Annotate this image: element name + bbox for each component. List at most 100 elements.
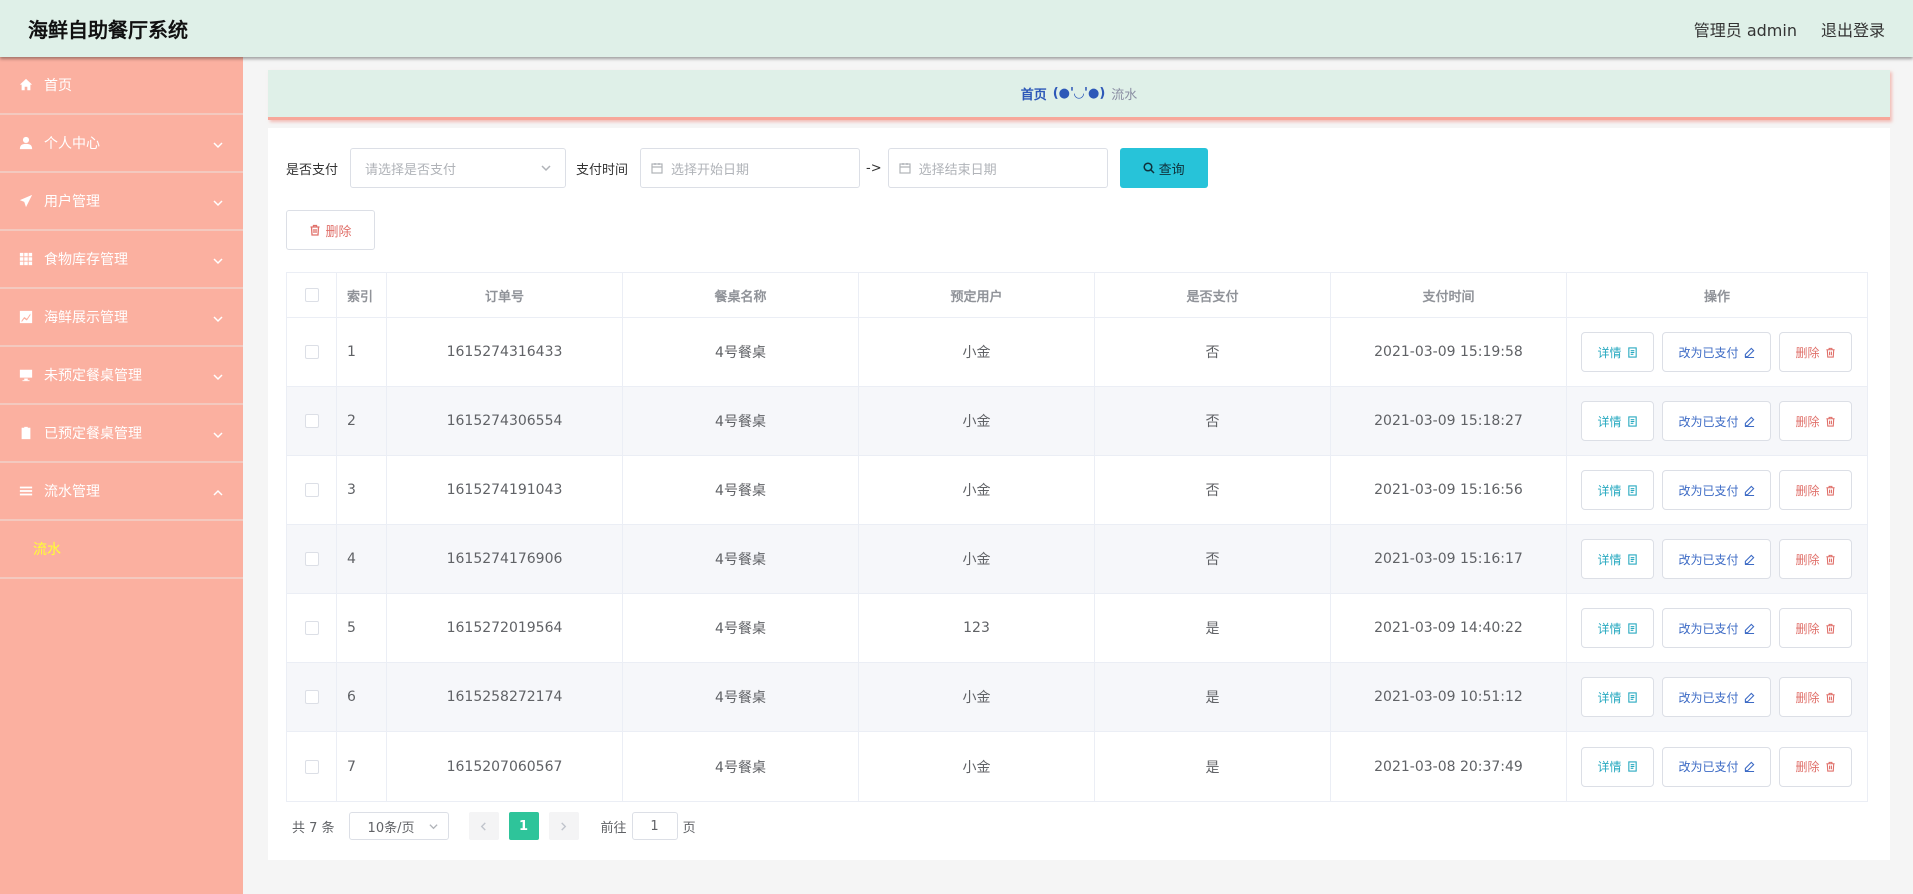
chevron-right-icon xyxy=(561,821,567,831)
sidebar-item-seafood-display[interactable]: 海鲜展示管理 xyxy=(0,289,243,347)
row-checkbox[interactable] xyxy=(304,759,319,774)
trash-icon xyxy=(1825,623,1835,634)
mark-paid-button[interactable]: 改为已支付 xyxy=(1662,539,1771,579)
document-icon xyxy=(1627,622,1637,634)
cell-user: 小金 xyxy=(859,525,1095,593)
sidebar-item-home[interactable]: 首页 xyxy=(0,57,243,115)
next-page-button[interactable] xyxy=(548,812,579,840)
trash-icon xyxy=(1825,347,1835,358)
detail-button[interactable]: 详情 xyxy=(1581,608,1654,648)
end-date-input[interactable]: 选择结束日期 xyxy=(887,148,1108,188)
row-checkbox[interactable] xyxy=(304,621,319,635)
sidebar-item-label: 个人中心 xyxy=(44,136,100,152)
sidebar-item-unreserved-tables[interactable]: 未预定餐桌管理 xyxy=(0,347,243,405)
delete-button[interactable]: 删除 xyxy=(1779,539,1852,579)
detail-button-label: 详情 xyxy=(1597,552,1622,567)
header-user: 预定用户 xyxy=(859,273,1095,317)
mark-paid-button-label: 改为已支付 xyxy=(1678,621,1739,636)
mark-paid-button[interactable]: 改为已支付 xyxy=(1662,677,1771,717)
sidebar-item-users[interactable]: 用户管理 xyxy=(0,173,243,231)
mark-paid-button[interactable]: 改为已支付 xyxy=(1662,746,1771,787)
row-checkbox[interactable] xyxy=(304,552,319,566)
detail-button[interactable]: 详情 xyxy=(1581,539,1654,579)
sidebar-item-food-stock[interactable]: 食物库存管理 xyxy=(0,231,243,289)
cell-ops: 详情 改为已支付 删除 xyxy=(1567,387,1867,455)
table-header-row: 索引 订单号 餐桌名称 预定用户 是否支付 支付时间 操作 xyxy=(287,273,1867,318)
breadcrumb-separator: (●'◡'●) xyxy=(1052,86,1106,101)
delete-button[interactable]: 删除 xyxy=(1779,746,1852,787)
delete-button[interactable]: 删除 xyxy=(1779,470,1852,510)
sidebar-item-reserved-tables[interactable]: 已预定餐桌管理 xyxy=(0,405,243,463)
chart-icon xyxy=(18,309,34,325)
cell-order-no: 1615207060567 xyxy=(387,732,623,801)
row-checkbox[interactable] xyxy=(304,483,319,497)
bulk-delete-label: 删除 xyxy=(325,224,352,240)
delete-button[interactable]: 删除 xyxy=(1779,332,1852,372)
main-panel: 是否支付 请选择是否支付 支付时间 选择开始日期 -> 选择结束日期 查询 删除… xyxy=(268,128,1890,860)
paper-plane-icon xyxy=(18,193,34,209)
page-size-value: 10条/页 xyxy=(367,820,415,836)
cell-table-name: 4号餐桌 xyxy=(623,387,859,455)
current-user-label[interactable]: 管理员 admin xyxy=(1694,17,1797,41)
page-number-active[interactable]: 1 xyxy=(508,812,539,840)
table-row: 2 1615274306554 4号餐桌 小金否 2021-03-09 15:18:27… xyxy=(287,387,1867,456)
pagination: 共 7 条 10条/页 1 前往 1 页 xyxy=(292,812,696,840)
row-checkbox[interactable] xyxy=(304,690,319,704)
delete-button[interactable]: 删除 xyxy=(1779,608,1852,648)
trash-icon xyxy=(1825,692,1835,703)
cell-index: 3 xyxy=(337,456,387,524)
delete-button[interactable]: 删除 xyxy=(1779,677,1852,717)
select-all-checkbox[interactable] xyxy=(304,288,319,302)
prev-page-button[interactable] xyxy=(468,812,499,840)
detail-button-label: 详情 xyxy=(1597,760,1622,774)
search-icon xyxy=(1143,162,1155,174)
detail-button[interactable]: 详情 xyxy=(1581,401,1654,441)
bulk-delete-button[interactable]: 删除 xyxy=(286,210,375,250)
document-icon xyxy=(1627,761,1637,772)
delete-button-label: 删除 xyxy=(1795,345,1820,360)
detail-button-label: 详情 xyxy=(1597,621,1622,636)
trash-icon xyxy=(1825,485,1835,496)
calendar-icon xyxy=(651,163,663,174)
transactions-table: 索引 订单号 餐桌名称 预定用户 是否支付 支付时间 操作 1 161527431… xyxy=(286,272,1868,802)
sidebar-item-profile[interactable]: 个人中心 xyxy=(0,115,243,173)
detail-button[interactable]: 详情 xyxy=(1581,332,1654,372)
app-title: 海鲜自助餐厅系统 xyxy=(28,18,188,42)
mark-paid-button[interactable]: 改为已支付 xyxy=(1662,608,1771,648)
sidebar-item-transactions[interactable]: 流水管理 xyxy=(0,463,243,521)
row-checkbox[interactable] xyxy=(304,345,319,359)
clipboard-icon xyxy=(18,425,34,441)
goto-page-input[interactable]: 1 xyxy=(631,812,678,840)
edit-icon xyxy=(1744,347,1754,358)
search-button[interactable]: 查询 xyxy=(1119,148,1208,188)
cell-order-no: 1615274191043 xyxy=(387,456,623,524)
sidebar-subitem-transactions[interactable]: 流水 xyxy=(0,521,243,579)
mark-paid-button[interactable]: 改为已支付 xyxy=(1662,401,1771,441)
sidebar-item-label: 首页 xyxy=(44,78,72,94)
logout-link[interactable]: 退出登录 xyxy=(1821,17,1885,41)
mark-paid-button[interactable]: 改为已支付 xyxy=(1662,332,1771,372)
document-icon xyxy=(1627,691,1637,703)
paid-select[interactable]: 请选择是否支付 xyxy=(350,148,567,188)
sidebar: 首页 个人中心 用户管理 食物库存管理 海鲜展示管理 未预定餐桌管理 已预定餐桌… xyxy=(0,57,243,894)
header-order-no: 订单号 xyxy=(387,273,623,317)
cell-ops: 详情 改为已支付 删除 xyxy=(1567,663,1867,731)
detail-button[interactable]: 详情 xyxy=(1581,677,1654,717)
chevron-down-icon xyxy=(213,312,223,323)
row-checkbox[interactable] xyxy=(304,414,319,428)
cell-table-name: 4号餐桌 xyxy=(623,663,859,731)
mark-paid-button-label: 改为已支付 xyxy=(1678,690,1739,705)
mark-paid-button[interactable]: 改为已支付 xyxy=(1662,470,1771,510)
delete-button-label: 删除 xyxy=(1795,414,1820,429)
start-date-input[interactable]: 选择开始日期 xyxy=(640,148,861,188)
grid-icon xyxy=(18,251,34,267)
delete-button[interactable]: 删除 xyxy=(1779,401,1852,441)
detail-button[interactable]: 详情 xyxy=(1581,470,1654,510)
cell-index: 5 xyxy=(337,594,387,662)
cell-ops: 详情 改为已支付 删除 xyxy=(1567,456,1867,524)
detail-button[interactable]: 详情 xyxy=(1581,746,1654,787)
page-size-select[interactable]: 10条/页 xyxy=(348,812,449,840)
header-checkbox-cell xyxy=(287,273,337,317)
monitor-icon xyxy=(18,367,34,383)
breadcrumb-home[interactable]: 首页 xyxy=(1021,84,1047,103)
